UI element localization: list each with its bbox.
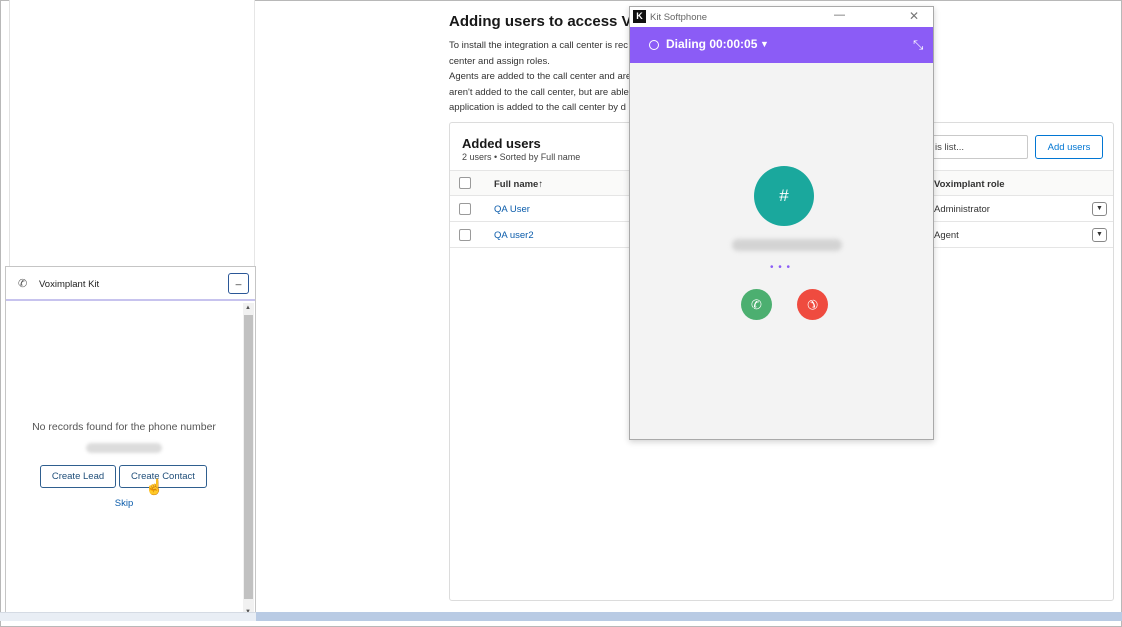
- window-close-icon[interactable]: ✕: [909, 9, 919, 23]
- call-status-bar: Dialing 00:00:05 ▼ ⤡: [630, 27, 933, 63]
- kit-logo-icon: K: [633, 10, 646, 23]
- column-role[interactable]: Voximplant role: [934, 179, 1005, 190]
- phone-icon: ✆: [18, 278, 28, 290]
- collapse-icon[interactable]: ⤡: [913, 37, 923, 53]
- empty-message: No records found for the phone number: [32, 421, 216, 433]
- select-all-checkbox[interactable]: [459, 177, 471, 189]
- skip-link[interactable]: Skip: [6, 498, 242, 509]
- softphone-titlebar: K Kit Softphone — ✕: [630, 7, 933, 27]
- user-role: Administrator: [934, 204, 990, 215]
- description-line: Agents are added to the call center and …: [449, 71, 629, 82]
- accept-call-button[interactable]: ✆: [741, 289, 772, 320]
- voximplant-kit-panel: ✆ Voximplant Kit _ ▲ ▼ No records found …: [5, 266, 256, 621]
- hang-up-icon: ✆: [803, 295, 822, 314]
- hand-cursor-icon: ☝: [145, 479, 164, 496]
- status-dropdown-icon[interactable]: ▼: [760, 39, 769, 49]
- redacted-phone-number: [86, 443, 162, 453]
- search-input[interactable]: is list...: [928, 135, 1028, 159]
- row-checkbox[interactable]: [459, 229, 471, 241]
- column-full-name[interactable]: Full name↑: [494, 179, 543, 190]
- status-ring-icon: [649, 40, 659, 50]
- description-line: To install the integration a call center…: [449, 40, 629, 51]
- user-link[interactable]: QA user2: [494, 230, 534, 241]
- description-line: application is added to the call center …: [449, 102, 626, 113]
- add-users-button[interactable]: Add users: [1035, 135, 1103, 159]
- scroll-up-arrow-icon[interactable]: ▲: [245, 305, 251, 311]
- row-checkbox[interactable]: [459, 203, 471, 215]
- window-minimize-icon[interactable]: —: [834, 9, 845, 21]
- create-lead-button[interactable]: Create Lead: [40, 465, 116, 488]
- dialing-dots-icon: • • •: [770, 262, 792, 273]
- scrollbar-thumb[interactable]: [244, 315, 253, 599]
- minimize-button[interactable]: _: [228, 273, 249, 294]
- panel-header: ✆ Voximplant Kit _: [6, 267, 255, 301]
- panel-title: Voximplant Kit: [39, 279, 100, 290]
- page-description: To install the integration a call center…: [449, 38, 629, 113]
- softphone-window-title: Kit Softphone: [650, 12, 708, 23]
- description-line: aren't added to the call center, but are…: [449, 86, 629, 98]
- softphone-window: K Kit Softphone — ✕ Dialing 00:00:05 ▼ ⤡…: [629, 6, 934, 440]
- hang-up-button[interactable]: ✆: [797, 289, 828, 320]
- card-title: Added users: [462, 136, 541, 151]
- user-link[interactable]: QA User: [494, 204, 530, 215]
- card-subtitle: 2 users • Sorted by Full name: [462, 152, 581, 162]
- call-status[interactable]: Dialing 00:00:05: [666, 37, 757, 51]
- role-dropdown-button[interactable]: ▼: [1092, 202, 1107, 216]
- caller-avatar: #: [754, 166, 814, 226]
- user-role: Agent: [934, 230, 959, 241]
- description-line: center and assign roles.: [449, 55, 550, 67]
- role-dropdown-button[interactable]: ▼: [1092, 228, 1107, 242]
- redacted-caller-number: [732, 239, 842, 251]
- taskbar-strip-left: [0, 612, 256, 621]
